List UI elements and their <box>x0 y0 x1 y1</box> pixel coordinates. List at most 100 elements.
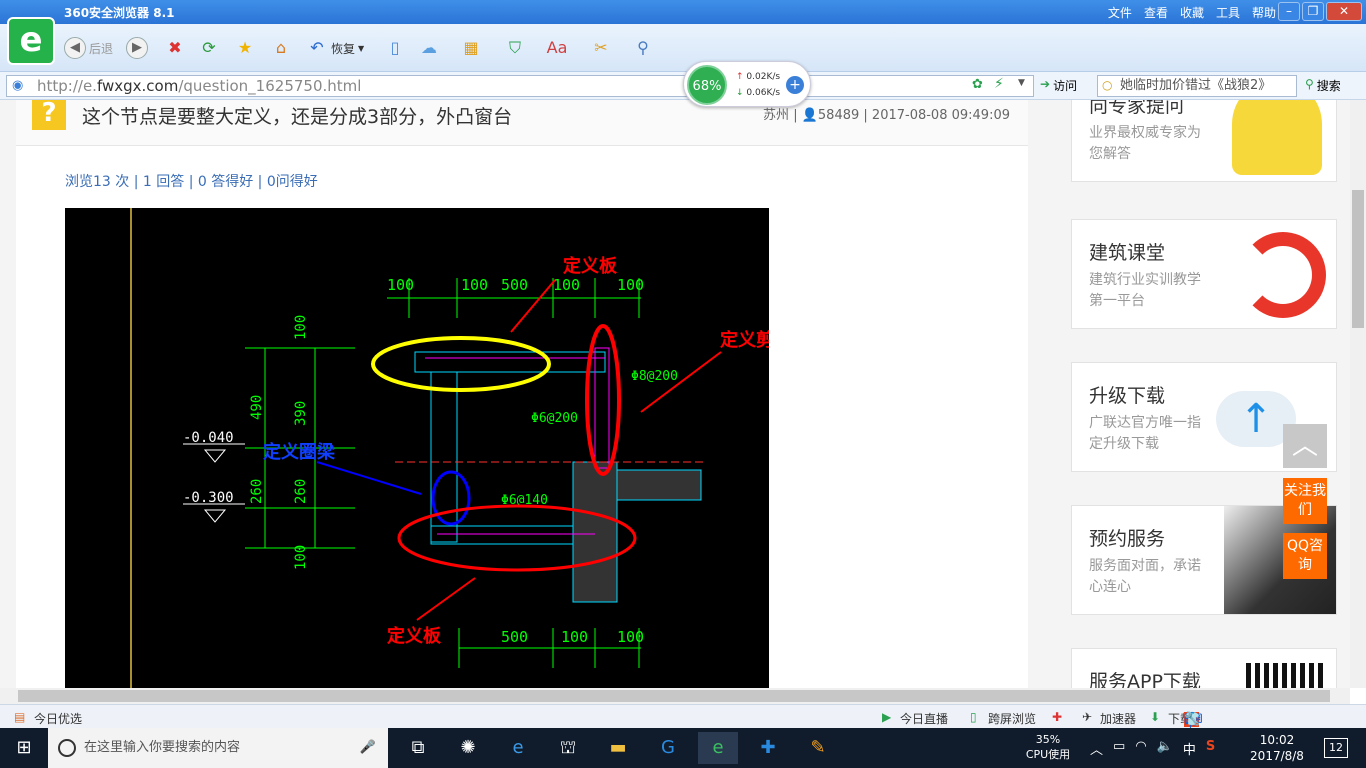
network-speed-widget[interactable]: 68% ↑ 0.02K/s ↓ 0.06K/s + <box>683 61 811 107</box>
browser-logo-icon[interactable]: e <box>7 17 55 65</box>
question-datetime: 2017-08-08 09:49:09 <box>871 108 1010 123</box>
360-browser-taskbar-icon[interactable]: e <box>698 732 738 764</box>
menu-favorites[interactable]: 收藏 <box>1180 4 1204 21</box>
dim-top-1: 100 <box>387 276 414 294</box>
sidebar-card-desc: 广联达官方唯一指定升级下载 <box>1089 415 1201 452</box>
screenshot-button[interactable]: ✂ <box>590 36 612 60</box>
menu-view[interactable]: 查看 <box>1144 4 1168 21</box>
taskbar-search-placeholder: 在这里输入你要搜索的内容 <box>84 740 241 755</box>
taskbar-search-box[interactable]: 在这里输入你要搜索的内容 🎤 <box>48 728 388 768</box>
tray-ime-mode[interactable]: 中 <box>1183 739 1196 758</box>
action-center-button[interactable]: 12 <box>1324 738 1348 758</box>
favorite-button[interactable]: ★ <box>234 36 256 60</box>
vertical-scroll-thumb[interactable] <box>1352 190 1364 328</box>
user-icon: 👤 <box>801 108 818 123</box>
question-user[interactable]: 58489 <box>818 108 859 123</box>
microphone-icon[interactable]: 🎤 <box>360 728 376 768</box>
sidebar-card-desc: 业界最权威专家为您解答 <box>1089 125 1201 162</box>
zoom-button[interactable]: ⚲ <box>632 36 654 60</box>
volume-icon[interactable]: 🔈 <box>1157 739 1173 758</box>
back-label: 后退 <box>89 41 114 56</box>
vertical-scrollbar[interactable] <box>1350 100 1366 688</box>
medical-icon[interactable]: ✚ <box>1052 710 1062 724</box>
live-icon: ▶ <box>882 710 892 724</box>
menu-file[interactable]: 文件 <box>1108 4 1132 21</box>
dim-left-3: 390 <box>293 401 309 426</box>
notification-count: 12 <box>1329 741 1343 754</box>
sidebar-card-app[interactable]: 服务APP下载 <box>1071 648 1337 688</box>
stop-button[interactable]: ✖ <box>164 36 186 60</box>
visit-button[interactable]: ➔ 访问 <box>1040 77 1077 94</box>
horizontal-scrollbar[interactable] <box>0 688 1350 704</box>
sidebar-card-title: 升级下载 <box>1089 385 1166 407</box>
classroom-logo-icon <box>1240 232 1326 318</box>
accelerator-link[interactable]: 加速器 <box>1100 710 1136 727</box>
ime-toolbar[interactable]: S 中 °, 🎙 ⌨ 👕 🔧 <box>1184 707 1366 731</box>
refresh-button[interactable]: ⟳ <box>198 36 220 60</box>
apps-button[interactable]: ▦ <box>460 36 482 60</box>
search-value: 她临时加价错过《战狼2》 <box>1120 78 1272 93</box>
home-button[interactable]: ⌂ <box>270 36 292 60</box>
translate-button[interactable]: Aa <box>546 36 568 60</box>
magnifier-icon: ⚲ <box>637 38 649 57</box>
browser-toolbar: ◀ 后退 ▶ ✖ ⟳ ★ ⌂ ↶ 恢复 ▼ ▯ ☁ ▦ ⛉ Aa ✂ ⚲ <box>0 24 1366 72</box>
live-link[interactable]: 今日直播 <box>900 710 948 727</box>
wifi-icon[interactable]: ◠ <box>1135 739 1146 758</box>
menu-tools[interactable]: 工具 <box>1216 4 1240 21</box>
cloud-button[interactable]: ☁ <box>418 36 440 60</box>
question-panel: ? 这个节点是要整大定义，还是分成3部分，外凸窗台 苏州 | 👤58489 | … <box>16 100 1028 688</box>
task-view-icon[interactable]: ⧉ <box>398 732 438 764</box>
start-windows-icon[interactable]: ⊞ <box>4 732 44 764</box>
security-button[interactable]: ⛉ <box>504 36 526 60</box>
glodon-app-icon[interactable]: G <box>648 732 688 764</box>
daily-pick-link[interactable]: 今日优选 <box>34 710 82 727</box>
search-input[interactable]: 她临时加价错过《战狼2》 <box>1097 75 1297 97</box>
speedup-plus-icon[interactable]: + <box>786 76 804 94</box>
store-icon[interactable]: ⛫ <box>548 732 588 764</box>
question-header: ? 这个节点是要整大定义，还是分成3部分，外凸窗台 苏州 | 👤58489 | … <box>16 100 1028 146</box>
restore-button[interactable]: ↶ 恢复 ▼ <box>306 36 364 60</box>
question-mark-icon: ? <box>32 100 66 130</box>
taskbar-app-plus-icon[interactable]: ✚ <box>748 732 788 764</box>
browser-statusbar: ▤ 今日优选 ▶ 今日直播 ▯ 跨屏浏览 ✚ ✈ 加速器 ⬇ 下载 S 中 °,… <box>0 704 1366 731</box>
refresh-icon: ⟳ <box>202 38 216 57</box>
sidebar-card-expert[interactable]: 向专家提问 业界最权威专家为您解答 <box>1071 100 1337 182</box>
file-explorer-icon[interactable]: ▬ <box>598 732 638 764</box>
forward-button[interactable]: ▶ <box>126 36 148 60</box>
close-button[interactable]: ✕ <box>1326 2 1362 21</box>
url-dropdown-icon[interactable]: ▼ <box>1018 78 1025 88</box>
speed-mode-icon[interactable]: ⚡ <box>994 76 1004 92</box>
compat-mode-icon[interactable]: ✿ <box>972 77 983 92</box>
horizontal-scroll-thumb[interactable] <box>18 690 1330 702</box>
battery-icon[interactable]: ▭ <box>1113 739 1125 758</box>
search-button[interactable]: ⚲ 搜索 <box>1305 77 1341 94</box>
minimize-button[interactable]: – <box>1278 2 1300 21</box>
url-input[interactable]: http://e.fwxgx.com/question_1625750.html <box>6 75 1034 97</box>
menu-help[interactable]: 帮助 <box>1252 4 1276 21</box>
maximize-button[interactable]: ❐ <box>1302 2 1324 21</box>
cpu-monitor[interactable]: 35% CPU使用 <box>1020 732 1076 762</box>
sidebar-card-title: 服务APP下载 <box>1089 671 1201 688</box>
accelerator-icon: ✈ <box>1082 710 1093 724</box>
follow-us-button[interactable]: 关注我们 <box>1283 478 1327 524</box>
annotation-board-top: 定义板 <box>563 255 618 277</box>
edge-browser-icon[interactable]: e <box>498 732 538 764</box>
system-tray: ︿ ▭ ◠ 🔈 中 S <box>1090 739 1215 758</box>
tray-sogou-icon[interactable]: S <box>1206 739 1215 758</box>
cross-screen-link[interactable]: 跨屏浏览 <box>988 710 1036 727</box>
level-mark-2: -0.300 <box>183 490 234 506</box>
qq-consult-button[interactable]: QQ咨询 <box>1283 533 1327 579</box>
back-to-top-button[interactable]: ︿ <box>1283 424 1327 468</box>
download-speed: ↓ 0.06K/s <box>736 88 781 98</box>
download-icon: ⬇ <box>1150 710 1161 724</box>
search-engine-icon[interactable]: ○ <box>1102 78 1112 92</box>
upload-value: 0.02K/s <box>746 72 781 82</box>
sidebar-card-classroom[interactable]: 建筑课堂 建筑行业实训教学第一平台 <box>1071 219 1337 329</box>
clock-time: 10:02 <box>1259 733 1295 747</box>
phone-button[interactable]: ▯ <box>384 36 406 60</box>
taskbar-clock[interactable]: 10:02 2017/8/8 <box>1244 732 1310 764</box>
taskbar-app-fan-icon[interactable]: ✺ <box>448 732 488 764</box>
back-button[interactable]: ◀ 后退 <box>64 36 113 60</box>
tray-chevron-icon[interactable]: ︿ <box>1090 739 1103 758</box>
notes-app-icon[interactable]: ✎ <box>798 732 838 764</box>
